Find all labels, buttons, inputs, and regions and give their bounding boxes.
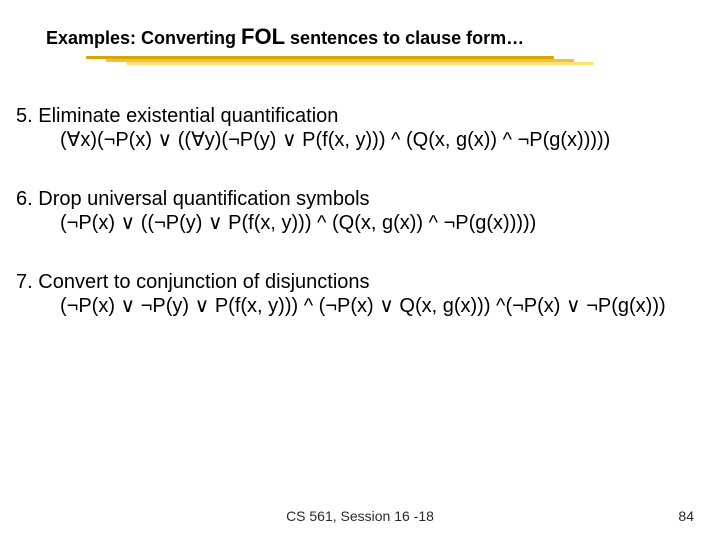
- item-heading-text: Drop universal quantification symbols: [38, 188, 369, 210]
- list-item: 6. Drop universal quantification symbols…: [16, 187, 684, 236]
- item-heading: 5. Eliminate existential quantification: [16, 104, 684, 128]
- slide-title-fol: FOL: [241, 24, 285, 49]
- footer-page-number: 84: [678, 508, 694, 524]
- slide-title-part1: Examples: Converting: [46, 28, 241, 48]
- item-expression: (¬P(x) ∨ ¬P(y) ∨ P(f(x, y))) ^ (¬P(x) ∨ …: [16, 294, 684, 318]
- underline-bar-3: [126, 62, 594, 65]
- item-expression: (∀x)(¬P(x) ∨ ((∀y)(¬P(y) ∨ P(f(x, y))) ^…: [16, 128, 684, 152]
- footer-course: CS 561, Session 16 -18: [0, 508, 720, 524]
- item-heading-text: Convert to conjunction of disjunctions: [38, 271, 369, 293]
- item-number: 5.: [16, 105, 33, 127]
- slide-body: 5. Eliminate existential quantification …: [16, 104, 684, 352]
- item-heading: 6. Drop universal quantification symbols: [16, 187, 684, 211]
- slide-title-part3: sentences to clause form…: [285, 28, 524, 48]
- slide-title-wrap: Examples: Converting FOL sentences to cl…: [46, 24, 674, 66]
- title-underline: [46, 56, 674, 66]
- list-item: 7. Convert to conjunction of disjunction…: [16, 270, 684, 319]
- list-item: 5. Eliminate existential quantification …: [16, 104, 684, 153]
- item-heading: 7. Convert to conjunction of disjunction…: [16, 270, 684, 294]
- slide-footer: CS 561, Session 16 -18 84: [0, 508, 720, 526]
- item-expression: (¬P(x) ∨ ((¬P(y) ∨ P(f(x, y))) ^ (Q(x, g…: [16, 211, 684, 235]
- slide: Examples: Converting FOL sentences to cl…: [0, 0, 720, 540]
- item-number: 7.: [16, 271, 33, 293]
- item-number: 6.: [16, 188, 33, 210]
- slide-title: Examples: Converting FOL sentences to cl…: [46, 24, 674, 50]
- item-heading-text: Eliminate existential quantification: [38, 105, 338, 127]
